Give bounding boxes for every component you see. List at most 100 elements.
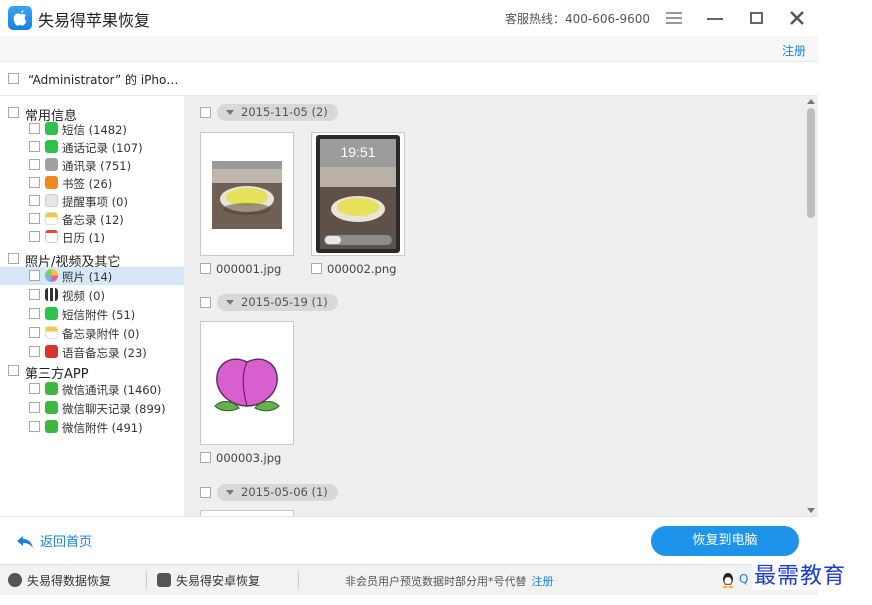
app-window: 失易得苹果恢复 客服热线：400-606-9600 注册 “Administra… [0, 0, 818, 595]
photo-thumbnail[interactable]: 19:51 [311, 132, 405, 256]
group-checkbox[interactable] [8, 365, 19, 376]
sidebar-item-video[interactable]: 视频 (0) [0, 286, 184, 304]
item-checkbox[interactable] [29, 308, 40, 319]
title-bar: 失易得苹果恢复 客服热线：400-606-9600 [0, 0, 818, 36]
photo-filename[interactable]: 000002.png [311, 262, 396, 276]
sidebar-item-contacts[interactable]: 通讯录 (751) [0, 156, 184, 174]
date-label: 2015-11-05 (2) [241, 105, 328, 119]
sidebar-item-photos[interactable]: 照片 (14) [0, 267, 184, 285]
notes-icon [45, 212, 58, 225]
sidebar-item-calendar[interactable]: 日历 (1) [0, 228, 184, 246]
scroll-thumb[interactable] [807, 108, 815, 218]
sidebar-item-wechat-attachments[interactable]: 微信附件 (491) [0, 418, 184, 436]
back-arrow-icon [16, 535, 34, 553]
date-label: 2015-05-06 (1) [241, 485, 328, 499]
date-group-toggle[interactable]: 2015-11-05 (2) [217, 104, 338, 121]
sidebar-item-wechat-chats[interactable]: 微信聊天记录 (899) [0, 399, 184, 417]
photos-icon [45, 269, 58, 282]
group-media[interactable]: 照片/视频及其它 [0, 250, 184, 270]
item-checkbox[interactable] [29, 289, 40, 300]
date-group-checkbox[interactable] [200, 487, 211, 498]
recover-to-pc-button[interactable]: 恢复到电脑 [651, 526, 799, 556]
maximize-icon[interactable] [748, 9, 766, 27]
photo-thumbnail[interactable] [200, 321, 294, 445]
scroll-down-icon[interactable] [807, 508, 815, 513]
watermark-text: 最需教育 [752, 558, 849, 590]
member-notice: 非会员用户预览数据时部分用*号代替 注册 [345, 575, 554, 588]
sidebar-item-label: 短信附件 (51) [62, 308, 136, 322]
sidebar-item-bookmarks[interactable]: 书签 (26) [0, 174, 184, 192]
date-group-checkbox[interactable] [200, 297, 211, 308]
sidebar-item-label: 微信附件 (491) [62, 421, 143, 435]
item-checkbox[interactable] [29, 383, 40, 394]
chevron-down-icon [226, 110, 234, 115]
date-group-toggle[interactable]: 2015-05-06 (1) [217, 484, 338, 501]
calendar-icon [45, 230, 58, 243]
item-checkbox[interactable] [29, 141, 40, 152]
item-checkbox[interactable] [29, 177, 40, 188]
qq-label[interactable]: Q [739, 572, 748, 586]
sidebar-item-messages[interactable]: 短信 (1482) [0, 120, 184, 138]
item-checkbox[interactable] [29, 270, 40, 281]
sidebar-item-label: 微信聊天记录 (899) [62, 402, 166, 416]
android-recovery-icon [157, 573, 171, 587]
item-checkbox[interactable] [29, 327, 40, 338]
item-checkbox[interactable] [29, 213, 40, 224]
date-group-checkbox[interactable] [200, 107, 211, 118]
back-home-button[interactable]: 返回首页 [16, 531, 92, 553]
qq-icon[interactable] [720, 572, 736, 588]
group-checkbox[interactable] [8, 107, 19, 118]
sidebar-item-calls[interactable]: 通话记录 (107) [0, 138, 184, 156]
item-checkbox[interactable] [29, 231, 40, 242]
top-row: 注册 [0, 36, 818, 62]
sidebar-item-wechat-contacts[interactable]: 微信通讯录 (1460) [0, 380, 184, 398]
item-checkbox[interactable] [29, 421, 40, 432]
register-link[interactable]: 注册 [782, 42, 806, 59]
vertical-scrollbar[interactable] [804, 96, 818, 516]
photo-thumbnail[interactable] [200, 132, 294, 256]
sidebar-item-label: 备忘录 (12) [62, 213, 124, 227]
item-checkbox[interactable] [29, 346, 40, 357]
sidebar-item-label: 书签 (26) [62, 177, 113, 191]
item-checkbox[interactable] [29, 123, 40, 134]
menu-icon[interactable] [665, 9, 683, 27]
sidebar-item-label: 通讯录 (751) [62, 159, 132, 173]
sidebar-item-reminders[interactable]: 提醒事项 (0) [0, 192, 184, 210]
photo-filename[interactable]: 000001.jpg [200, 262, 281, 276]
close-icon[interactable] [788, 9, 806, 27]
sidebar-item-label: 照片 (14) [62, 270, 113, 284]
bookmark-icon [45, 176, 58, 189]
item-checkbox[interactable] [29, 402, 40, 413]
divider [298, 571, 299, 589]
voice-memo-icon [45, 345, 58, 358]
minimize-icon[interactable] [706, 9, 724, 27]
photo-checkbox[interactable] [311, 263, 322, 274]
device-name: “Administrator” 的 iPho… [28, 73, 179, 87]
data-recovery-link[interactable]: 失易得数据恢复 [8, 572, 111, 589]
android-recovery-link[interactable]: 失易得安卓恢复 [157, 572, 260, 589]
scroll-up-icon[interactable] [807, 99, 815, 104]
divider [146, 571, 147, 589]
group-third-party[interactable]: 第三方APP [0, 362, 184, 382]
back-home-label: 返回首页 [40, 535, 93, 550]
hotline-text: 客服热线：400-606-9600 [505, 12, 651, 26]
apple-logo-icon [8, 6, 32, 30]
reminder-icon [45, 194, 58, 207]
sidebar-item-voice-memos[interactable]: 语音备忘录 (23) [0, 343, 184, 361]
sidebar-item-label: 短信 (1482) [62, 123, 127, 137]
sidebar-item-notes-attachments[interactable]: 备忘录附件 (0) [0, 324, 184, 342]
item-checkbox[interactable] [29, 195, 40, 206]
photo-filename[interactable]: 000003.jpg [200, 451, 281, 465]
phone-icon [45, 140, 58, 153]
sidebar-item-label: 视频 (0) [62, 289, 105, 303]
sidebar-item-sms-attachments[interactable]: 短信附件 (51) [0, 305, 184, 323]
photo-grid: 2015-11-05 (2) 000001.jpg 19:51 000002.p… [184, 96, 804, 516]
photo-checkbox[interactable] [200, 452, 211, 463]
date-group-toggle[interactable]: 2015-05-19 (1) [217, 294, 338, 311]
photo-checkbox[interactable] [200, 263, 211, 274]
group-checkbox[interactable] [8, 253, 19, 264]
register-link[interactable]: 注册 [532, 575, 554, 588]
device-checkbox[interactable] [8, 73, 19, 84]
item-checkbox[interactable] [29, 159, 40, 170]
sidebar-item-notes[interactable]: 备忘录 (12) [0, 210, 184, 228]
